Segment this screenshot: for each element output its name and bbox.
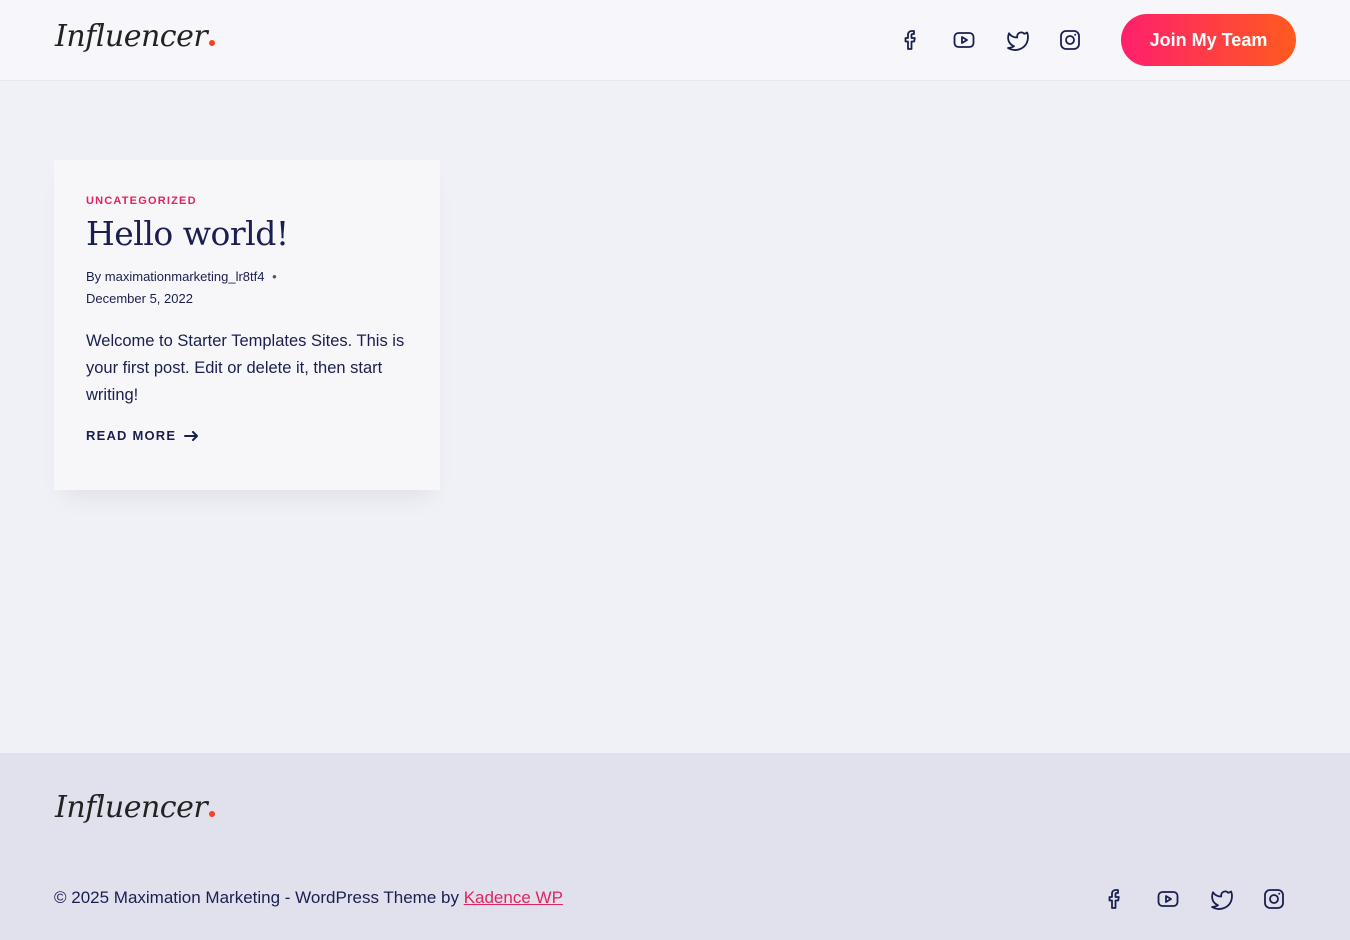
footer-social-links	[1088, 879, 1300, 919]
footer-logo-text: Influencer	[55, 790, 208, 825]
logo-dot	[209, 40, 216, 46]
facebook-icon[interactable]	[884, 20, 937, 60]
post-author-link[interactable]: maximationmarketing_lr8tf4	[105, 269, 265, 284]
site-header: Influencer Join My Team	[0, 0, 1350, 80]
header-social-links	[884, 20, 1096, 60]
site-footer: Influencer © 2025 Maximation Marketing -…	[0, 753, 1350, 940]
post-card: UNCATEGORIZED Hello world! By maximation…	[54, 160, 440, 490]
post-date: December 5, 2022	[86, 291, 193, 306]
post-title[interactable]: Hello world!	[86, 214, 408, 254]
post-meta: By maximationmarketing_lr8tf4 • December…	[86, 266, 408, 310]
post-excerpt: Welcome to Starter Templates Sites. This…	[86, 332, 405, 404]
copyright-text: © 2025 Maximation Marketing - WordPress …	[54, 888, 459, 907]
post-category-link[interactable]: UNCATEGORIZED	[86, 194, 408, 208]
facebook-icon[interactable]	[1088, 879, 1141, 919]
twitter-icon[interactable]	[1194, 879, 1247, 919]
instagram-icon[interactable]	[1247, 879, 1300, 919]
read-more-label: READ MORE	[86, 428, 177, 443]
site-logo[interactable]: Influencer	[55, 19, 216, 54]
footer-copyright: © 2025 Maximation Marketing - WordPress …	[54, 888, 563, 908]
youtube-icon[interactable]	[937, 20, 990, 60]
author-prefix: By	[86, 269, 102, 284]
logo-text: Influencer	[55, 19, 208, 54]
meta-separator: •	[272, 269, 277, 284]
footer-logo-dot	[209, 811, 216, 817]
read-more-link[interactable]: READ MORE	[86, 428, 199, 443]
join-my-team-button[interactable]: Join My Team	[1121, 14, 1296, 66]
youtube-icon[interactable]	[1141, 879, 1194, 919]
instagram-icon[interactable]	[1043, 20, 1096, 60]
kadence-wp-link[interactable]: Kadence WP	[464, 888, 563, 907]
twitter-icon[interactable]	[990, 20, 1043, 60]
arrow-right-icon	[184, 430, 199, 441]
footer-logo[interactable]: Influencer	[55, 790, 216, 825]
